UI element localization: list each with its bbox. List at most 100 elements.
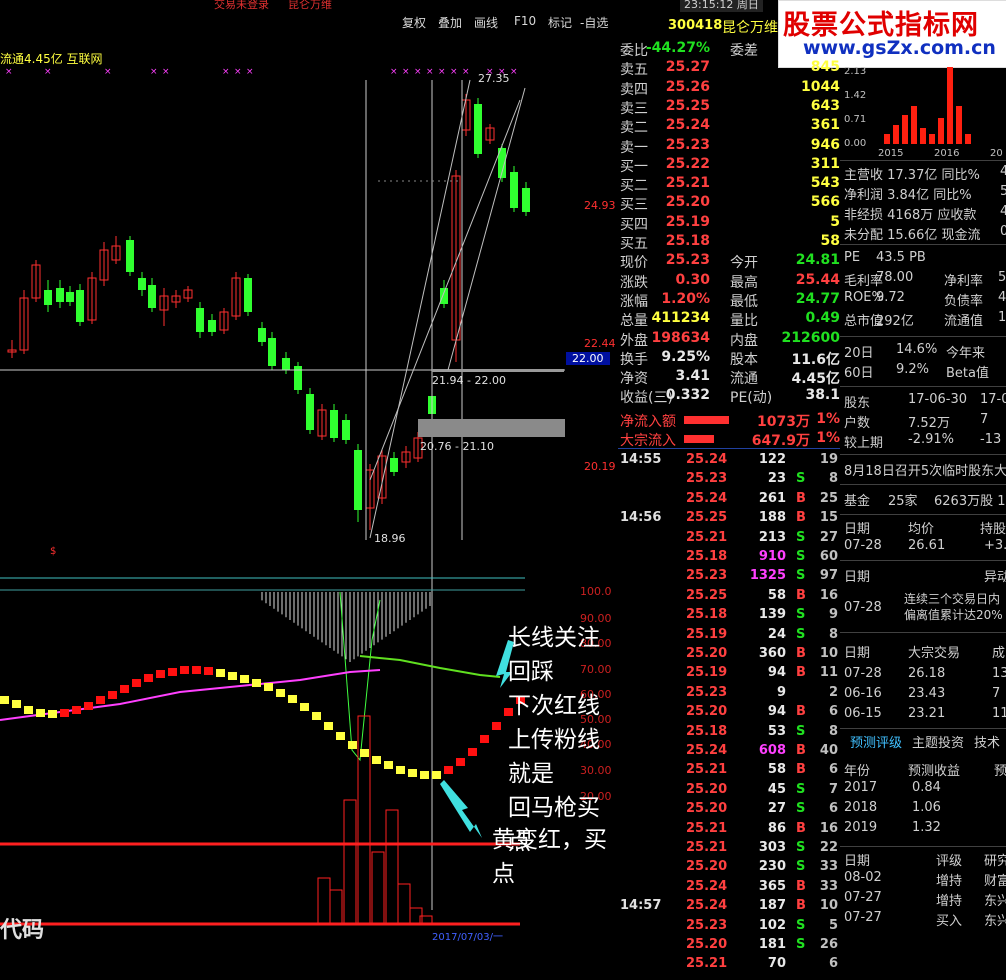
marker-x: × [44,67,52,77]
annotation-line: 下次红线上传粉线就是 [508,693,600,787]
quote-value2: 311 [810,155,840,172]
mini-bar [920,128,926,144]
cell: 增持 [936,874,963,889]
candle-body-down [138,278,146,290]
tick-direction: S [796,937,806,952]
watchlist-button[interactable]: -自选 [580,14,608,31]
perf-label: 20日 [844,346,874,361]
tick-volume: 58 [767,762,786,778]
tick-count: 6 [828,704,838,720]
price-label: 24.93 [584,199,616,212]
tick-price: 25.20 [686,859,728,875]
tab-1[interactable]: 主题投资 [912,732,964,751]
panel-divider [840,454,1006,455]
tick-count: 60 [819,549,838,564]
draw-line-button[interactable]: 画线 [474,14,498,31]
cell: 23.43 [908,686,946,701]
mini-bar [965,134,971,144]
tick-count: 8 [828,471,838,487]
trend-block [12,700,21,708]
trend-block [456,758,465,766]
tab-0[interactable]: 预测评级 [850,732,902,751]
volume-bar [385,809,399,925]
quote-label2: 最低 [730,293,758,310]
quote-value: 25.23 [665,252,710,269]
trend-block [228,672,237,680]
trend-block [408,769,417,777]
mini-x-tick: 2016 [934,148,960,159]
marker-x: × [234,67,242,77]
val-label2: 流通值 [944,314,984,329]
volume-bar [329,889,343,925]
abnormal-text: 偏离值累计达20% [904,608,1003,622]
tick-price: 25.21 [686,840,728,855]
quote-value2: 38.1 [805,387,840,404]
trend-block [132,679,141,687]
quote-value: 25.22 [665,155,710,172]
cell: 1.06 [912,800,941,815]
quote-label: 买一 [620,158,648,175]
tick-price: 25.24 [686,452,728,467]
cell: +3. [984,538,1006,553]
tick-direction: B [796,665,806,681]
hdr: 评级 [936,854,963,869]
candle-body-down [440,288,448,304]
tick-count: 8 [828,723,838,739]
restore-rights-button[interactable]: 复权 [402,14,426,31]
quote-value: 9.25% [661,348,710,365]
volume-bar [397,883,411,925]
annotation-line: 长线关注回踩 [508,625,600,685]
mark-button[interactable]: 标记 [548,14,572,31]
mini-bar [929,134,935,144]
tick-price: 25.24 [686,743,728,758]
quote-label: 委比 [620,43,648,59]
trend-block [432,771,441,779]
abnormal-text: 连续三个交易日内 [904,592,1001,606]
quote-value2: 361 [810,117,840,134]
quote-label: 卖五 [620,62,648,79]
tick-direction: S [796,723,806,739]
quote-label: 买三 [620,197,648,214]
tick-volume: 181 [758,937,786,952]
tick-volume: 27 [767,801,786,817]
trend-block [300,703,309,711]
cell: 东兴 [984,914,1006,929]
f10-button[interactable]: F10 [514,14,536,28]
trend-block [264,683,273,691]
flow-row: 净流入额 1073万 1% [618,411,840,430]
tab-2[interactable]: 技术 [974,732,1000,751]
cell: 11 [992,706,1006,721]
tick-time: 14:55 [620,452,662,467]
quote-label: 换手 [620,351,648,368]
quote-label: 买二 [620,178,648,195]
panel-divider [840,846,1006,847]
tick-price: 25.19 [686,665,728,681]
panel-divider [840,160,1006,161]
tick-volume: 9 [776,684,786,700]
hdr: 均价 [908,522,935,537]
trend-block [384,761,393,769]
tick-volume: 70 [767,956,786,972]
trend-block [60,709,69,717]
quote-value: 25.21 [665,175,710,192]
tick-volume: 1325 [749,568,786,584]
kline-chart-area[interactable]: 流通4.45亿 互联网 × × × × × × × × × × × × × × × × × × $ 27.35 24… [0,40,618,943]
mini-bar [884,134,890,144]
trend-block [144,674,153,682]
tick-price: 25.20 [686,781,728,797]
val-label: PE [844,250,861,265]
overlay-button[interactable]: 叠加 [438,14,462,31]
quote-value2: 1044 [801,78,840,95]
tick-volume: 139 [758,607,786,623]
trend-block [444,766,453,774]
marker-x: × [222,67,230,77]
quote-value: 25.18 [665,233,710,249]
quote-row: 外盘 198634 内盘 212600 [618,330,840,349]
quote-label: 总量 [620,313,648,330]
tick-count: 5 [828,917,838,933]
hdr: 日期 [844,646,871,661]
perf-label: 60日 [844,366,874,381]
tick-price: 25.20 [686,801,728,817]
finance-text: 非经损 4168万 应收款 [844,208,977,223]
tick-direction: B [796,743,806,758]
